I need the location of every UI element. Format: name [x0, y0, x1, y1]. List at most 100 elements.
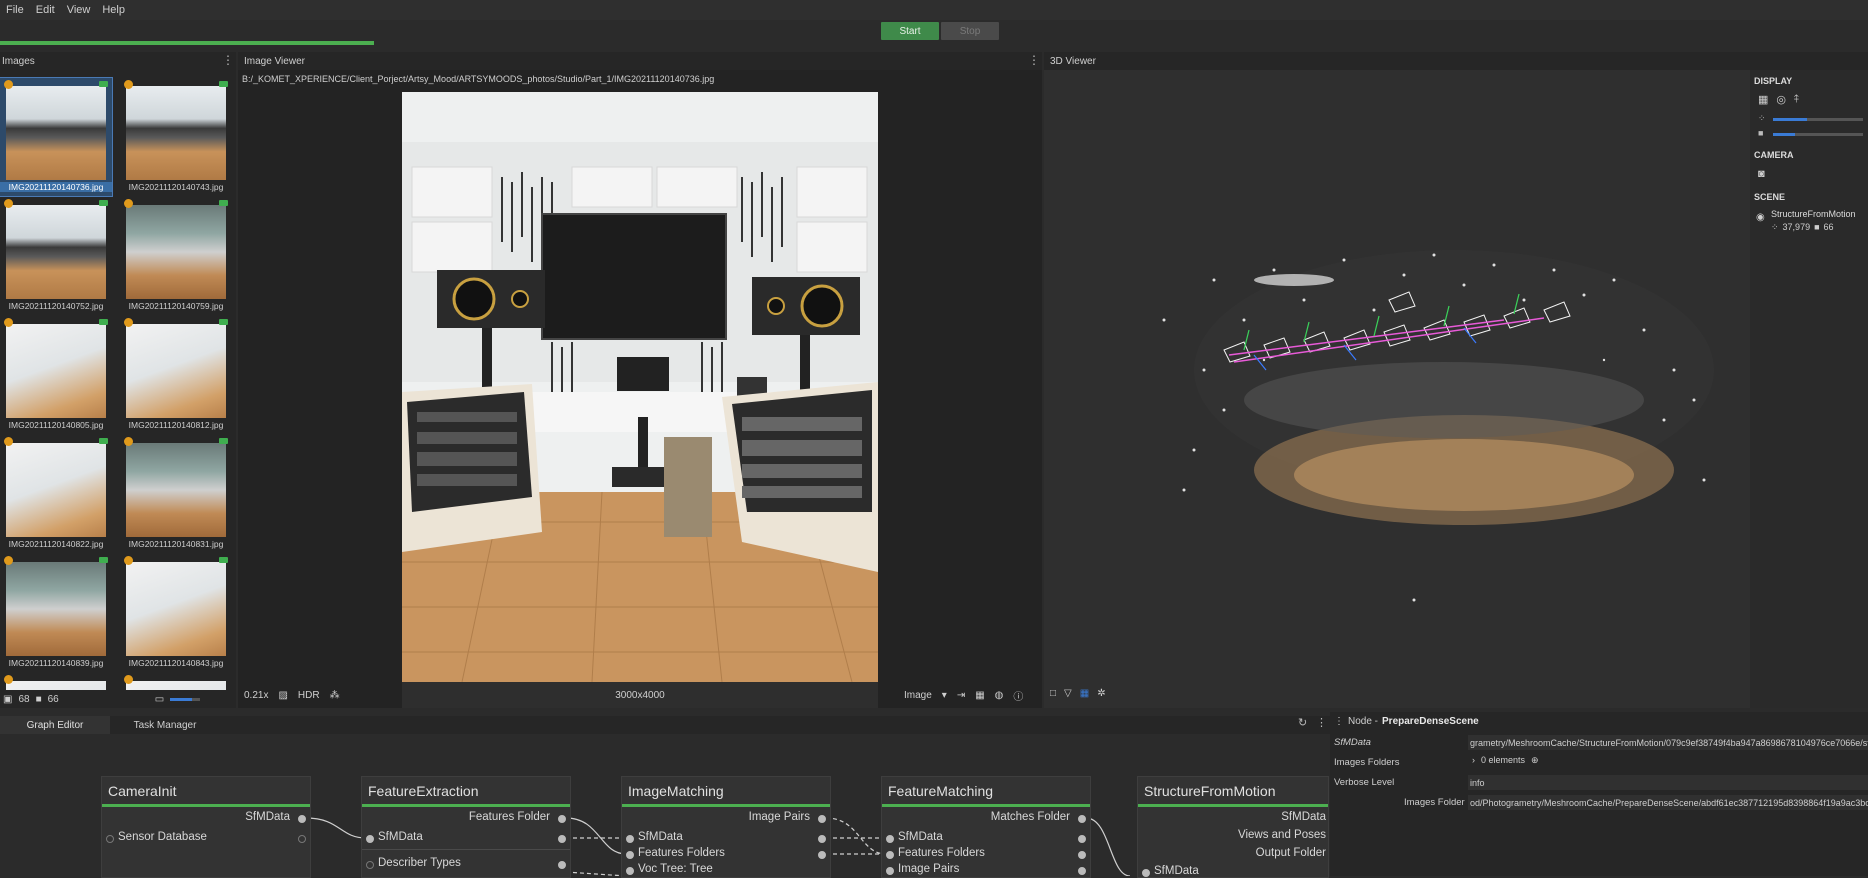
image-thumbnail[interactable]: [120, 673, 232, 690]
locator-icon[interactable]: ⤉: [1794, 93, 1799, 106]
camera-reconstructed-icon: [99, 438, 108, 444]
image-count-icon: ▣: [3, 693, 13, 705]
settings-icon[interactable]: ✲: [1097, 688, 1105, 699]
square-icon[interactable]: □: [1050, 688, 1056, 699]
thumbnail-label: IMG20211120140839.jpg: [8, 658, 104, 668]
output-port[interactable]: [298, 815, 306, 823]
thumbnail-size-slider[interactable]: [170, 697, 201, 701]
visibility-eye-icon[interactable]: ◉: [1756, 212, 1765, 223]
input-port[interactable]: [366, 861, 374, 869]
output-port[interactable]: [558, 835, 566, 843]
tab-graph-editor[interactable]: Graph Editor: [0, 716, 110, 734]
node-input: Features Folders: [898, 847, 985, 859]
info-icon[interactable]: ⓘ: [1013, 688, 1023, 703]
scene-item-name[interactable]: StructureFromMotion: [1771, 209, 1856, 219]
refresh-icon[interactable]: ↻: [1298, 716, 1307, 729]
camera-reconstructed-icon: [219, 557, 228, 563]
studio-photo: [402, 92, 878, 682]
output-port[interactable]: [818, 835, 826, 843]
image-thumbnail[interactable]: IMG20211120140843.jpg: [120, 554, 232, 672]
image-thumbnail[interactable]: IMG20211120140805.jpg: [0, 316, 112, 434]
node-imagematching[interactable]: ImageMatching Image Pairs SfMData Featur…: [621, 776, 831, 878]
menu-help[interactable]: Help: [96, 4, 131, 16]
output-port[interactable]: [818, 815, 826, 823]
expand-chevron-icon[interactable]: ›: [1472, 755, 1475, 766]
origin-icon[interactable]: ◎: [1776, 93, 1786, 106]
node-featureextraction[interactable]: FeatureExtraction Features Folder SfMDat…: [361, 776, 571, 878]
camera-reconstructed-icon: [99, 200, 108, 206]
attr-value-verbose-level[interactable]: info: [1468, 775, 1868, 790]
node-output: Views and Poses: [1237, 829, 1326, 841]
input-port[interactable]: [366, 835, 374, 843]
output-port[interactable]: [558, 815, 566, 823]
image-thumbnail[interactable]: IMG20211120140743.jpg: [120, 78, 232, 196]
start-button[interactable]: Start: [881, 22, 939, 40]
image-preview[interactable]: [402, 92, 878, 682]
node-panel-menu-icon[interactable]: ⋮: [1334, 716, 1344, 727]
image-thumbnail[interactable]: IMG20211120140752.jpg: [0, 197, 112, 315]
image-mode-select[interactable]: Image: [904, 690, 932, 701]
menu-file[interactable]: File: [0, 4, 30, 16]
image-viewer-menu-icon[interactable]: ⋮: [1028, 53, 1040, 67]
chevron-down-icon[interactable]: ▾: [942, 690, 947, 701]
output-port[interactable]: [1078, 867, 1086, 875]
output-port[interactable]: [558, 861, 566, 869]
node-camerainit[interactable]: CameraInit SfMData Sensor Database: [101, 776, 311, 878]
node-structurefrommotion[interactable]: StructureFromMotion SfMData Views and Po…: [1137, 776, 1329, 878]
grid-icon[interactable]: ▦: [1758, 93, 1768, 106]
images-menu-icon[interactable]: ⋮: [222, 53, 234, 67]
histogram-icon[interactable]: ▦: [975, 690, 984, 701]
thumbnail-image: [6, 443, 106, 537]
input-port[interactable]: [626, 835, 634, 843]
image-thumbnail[interactable]: IMG20211120140822.jpg: [0, 435, 112, 553]
output-port[interactable]: [1078, 835, 1086, 843]
point-size-slider[interactable]: [1773, 118, 1863, 121]
filter-icon[interactable]: ▽: [1064, 688, 1072, 699]
camera-icon[interactable]: ◙: [1758, 168, 1765, 180]
menu-view[interactable]: View: [61, 4, 97, 16]
image-thumbnail[interactable]: IMG20211120140812.jpg: [120, 316, 232, 434]
camera-scale-slider[interactable]: [1773, 133, 1863, 136]
viewer3d-canvas[interactable]: [1044, 70, 1750, 708]
node-featurematching[interactable]: FeatureMatching Matches Folder SfMData F…: [881, 776, 1091, 878]
node-status-bar: [1138, 804, 1328, 807]
export-icon[interactable]: ⇥: [957, 690, 965, 701]
add-element-icon[interactable]: ⊕: [1531, 755, 1539, 766]
node-output: Output Folder: [1255, 847, 1326, 859]
menu-edit[interactable]: Edit: [30, 4, 61, 16]
thumbnail-image: [126, 562, 226, 656]
image-thumbnail[interactable]: IMG20211120140736.jpg: [0, 77, 113, 197]
input-port[interactable]: [106, 835, 114, 843]
image-thumbnail[interactable]: [0, 673, 112, 690]
intrinsic-warning-icon: [4, 318, 13, 327]
attr-value-images-folders: 0 elements: [1481, 755, 1526, 765]
node-title: ImageMatching: [628, 782, 724, 799]
attr-value-images-folder[interactable]: od/Photogrametry/MeshroomCache/PrepareDe…: [1468, 795, 1868, 810]
image-thumbnail[interactable]: IMG20211120140839.jpg: [0, 554, 112, 672]
output-port[interactable]: [298, 835, 306, 843]
input-port[interactable]: [886, 867, 894, 875]
metadata-icon[interactable]: ⁂: [330, 690, 340, 701]
input-port[interactable]: [886, 835, 894, 843]
stop-button[interactable]: Stop: [941, 22, 999, 40]
color-icon[interactable]: ▨: [278, 690, 287, 701]
output-port[interactable]: [1078, 815, 1086, 823]
scene-point-count: 37,979: [1782, 222, 1811, 232]
image-thumbnail[interactable]: IMG20211120140759.jpg: [120, 197, 232, 315]
input-port[interactable]: [886, 851, 894, 859]
input-port[interactable]: [626, 851, 634, 859]
attr-value-sfmdata[interactable]: grametry/MeshroomCache/StructureFromMoti…: [1468, 735, 1868, 750]
output-port[interactable]: [1078, 851, 1086, 859]
hdr-toggle[interactable]: HDR: [298, 690, 320, 701]
image-thumbnail[interactable]: IMG20211120140831.jpg: [120, 435, 232, 553]
globe-icon[interactable]: ◍: [995, 690, 1004, 701]
output-port[interactable]: [818, 851, 826, 859]
thumbnail-label: IMG20211120140743.jpg: [128, 182, 224, 192]
input-port[interactable]: [626, 867, 634, 875]
node-output: SfMData: [1281, 811, 1326, 823]
grid-icon[interactable]: ▦: [1080, 688, 1089, 699]
tab-task-manager[interactable]: Task Manager: [110, 716, 220, 734]
image-viewer-zoom-controls: 0.21x ▨ HDR ⁂: [244, 690, 340, 701]
intrinsic-warning-icon: [4, 437, 13, 446]
display-panel: [1750, 70, 1868, 708]
